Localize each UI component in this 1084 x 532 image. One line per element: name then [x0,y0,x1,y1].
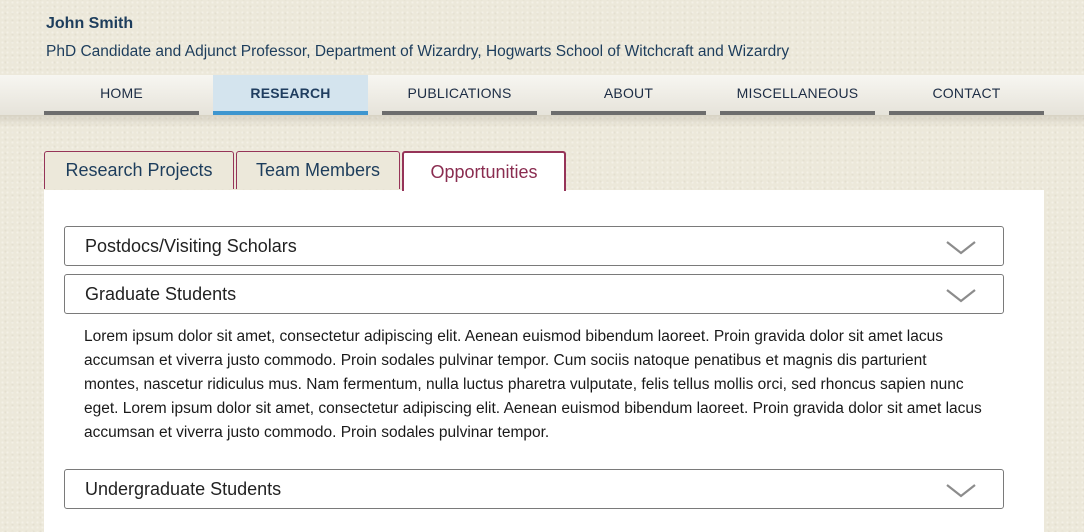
accordion-graduate-students[interactable]: Graduate Students [64,274,1004,314]
nav-research[interactable]: RESEARCH [213,75,368,115]
nav-publications[interactable]: PUBLICATIONS [382,75,537,115]
chevron-down-icon [946,241,976,255]
nav-miscellaneous[interactable]: MISCELLANEOUS [720,75,875,115]
nav-contact[interactable]: CONTACT [889,75,1044,115]
chevron-down-icon [946,484,976,498]
nav-home[interactable]: HOME [44,75,199,115]
accordion-postdocs[interactable]: Postdocs/Visiting Scholars [64,226,1004,266]
tab-team-members[interactable]: Team Members [236,151,400,189]
tab-research-projects[interactable]: Research Projects [44,151,234,189]
graduate-students-description: Lorem ipsum dolor sit amet, consectetur … [84,328,982,441]
accordion-title: Graduate Students [85,284,237,304]
site-owner-name: John Smith [46,15,134,32]
tab-opportunities[interactable]: Opportunities [402,151,566,191]
accordion-title: Postdocs/Visiting Scholars [85,236,297,256]
chevron-down-icon [946,289,976,303]
site-subtitle: PhD Candidate and Adjunct Professor, Dep… [46,43,790,60]
nav-shadow [0,115,1084,127]
accordion-title: Undergraduate Students [85,479,282,499]
main-nav: HOME RESEARCH PUBLICATIONS ABOUT MISCELL… [0,75,1084,115]
nav-about[interactable]: ABOUT [551,75,706,115]
accordion-undergraduate-students[interactable]: Undergraduate Students [64,469,1004,509]
